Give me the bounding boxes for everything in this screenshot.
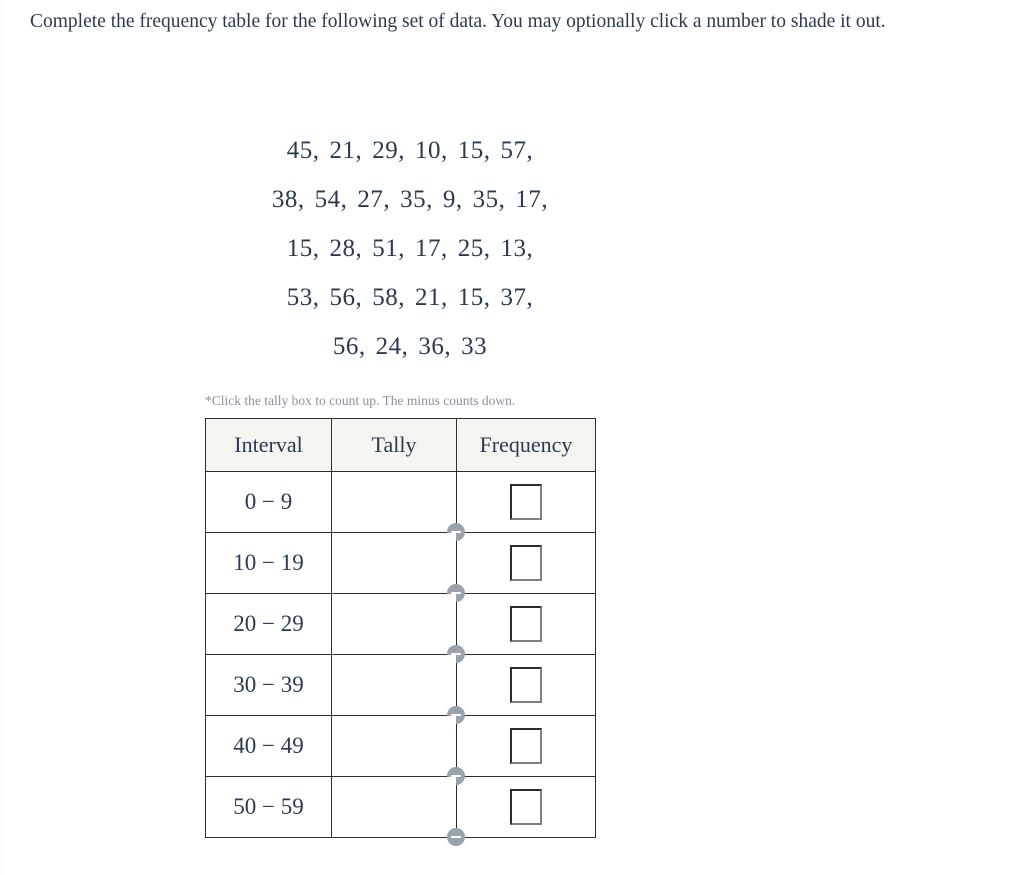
dataset-value[interactable]: 53, — [287, 284, 320, 311]
dataset-row: 53, 56, 58, 21, 15, 37, — [0, 273, 820, 322]
interval-cell: 40 − 49 — [205, 715, 332, 777]
dataset-value[interactable]: 51, — [372, 235, 405, 262]
dataset-value[interactable]: 36, — [418, 333, 451, 360]
interval-cell: 0 − 9 — [205, 471, 332, 533]
frequency-table: Interval Tally Frequency 0 − 9 10 − 19 20 … — [205, 418, 596, 846]
frequency-input[interactable] — [510, 606, 542, 642]
dataset-value[interactable]: 15, — [287, 235, 320, 262]
dataset-value[interactable]: 17, — [415, 235, 448, 262]
table-row: 50 − 59 — [205, 776, 596, 846]
dataset-value[interactable]: 27, — [357, 186, 390, 213]
column-header-interval: Interval — [205, 418, 332, 472]
frequency-input[interactable] — [510, 484, 542, 520]
minus-circle-icon[interactable] — [447, 828, 465, 846]
dataset-value[interactable]: 56, — [333, 333, 366, 360]
tally-cell[interactable] — [331, 471, 465, 541]
frequency-cell — [456, 471, 596, 533]
dataset-value[interactable]: 57, — [501, 137, 534, 164]
dataset-value[interactable]: 45, — [287, 137, 320, 164]
tally-instruction-note: *Click the tally box to count up. The mi… — [205, 393, 516, 408]
table-row: 30 − 39 — [205, 654, 596, 724]
dataset-row: 15, 28, 51, 17, 25, 13, — [0, 224, 820, 273]
dataset-row: 56, 24, 36, 33 — [0, 322, 820, 371]
table-row: 0 − 9 — [205, 471, 596, 541]
dataset-value[interactable]: 21, — [330, 137, 363, 164]
dataset-value[interactable]: 24, — [376, 333, 409, 360]
dataset-value[interactable]: 25, — [458, 235, 491, 262]
table-header-row: Interval Tally Frequency — [205, 418, 596, 472]
frequency-input[interactable] — [510, 728, 542, 764]
tally-cell[interactable] — [331, 654, 465, 724]
frequency-input[interactable] — [510, 789, 542, 825]
page-title: Complete the frequency table for the fol… — [30, 11, 886, 32]
frequency-cell — [456, 776, 596, 838]
dataset-value[interactable]: 35, — [400, 186, 433, 213]
interval-cell: 50 − 59 — [205, 776, 332, 838]
dataset-value[interactable]: 38, — [272, 186, 305, 213]
dataset-value[interactable]: 37, — [501, 284, 534, 311]
tally-marks[interactable] — [338, 594, 434, 654]
table-row: 10 − 19 — [205, 532, 596, 602]
interval-cell: 10 − 19 — [205, 532, 332, 594]
tally-marks[interactable] — [338, 777, 434, 837]
frequency-cell — [456, 593, 596, 655]
dataset-value[interactable]: 33 — [461, 333, 487, 360]
dataset-value[interactable]: 15, — [458, 137, 491, 164]
dataset-value[interactable]: 13, — [501, 235, 534, 262]
dataset-row: 38, 54, 27, 35, 9, 35, 17, — [0, 175, 820, 224]
tally-cell[interactable] — [331, 776, 465, 846]
table-row: 40 − 49 — [205, 715, 596, 785]
tally-marks[interactable] — [338, 533, 434, 593]
interval-cell: 20 − 29 — [205, 593, 332, 655]
frequency-input[interactable] — [510, 545, 542, 581]
frequency-cell — [456, 715, 596, 777]
column-header-frequency: Frequency — [456, 418, 596, 472]
interval-cell: 30 − 39 — [205, 654, 332, 716]
dataset-value[interactable]: 35, — [473, 186, 506, 213]
dataset-value[interactable]: 21, — [415, 284, 448, 311]
dataset-value[interactable]: 29, — [372, 137, 405, 164]
dataset-value[interactable]: 58, — [372, 284, 405, 311]
dataset-value[interactable]: 10, — [415, 137, 448, 164]
tally-cell[interactable] — [331, 532, 465, 602]
dataset-value[interactable]: 9, — [443, 186, 463, 213]
tally-marks[interactable] — [338, 716, 434, 776]
dataset-row: 45, 21, 29, 10, 15, 57, — [0, 126, 820, 175]
dataset-value[interactable]: 56, — [330, 284, 363, 311]
table-row: 20 − 29 — [205, 593, 596, 663]
dataset-value[interactable]: 28, — [330, 235, 363, 262]
dataset-value[interactable]: 15, — [458, 284, 491, 311]
tally-cell[interactable] — [331, 593, 465, 663]
dataset-value[interactable]: 17, — [515, 186, 548, 213]
dataset-value[interactable]: 54, — [315, 186, 348, 213]
tally-marks[interactable] — [338, 472, 434, 532]
dataset-display: 45, 21, 29, 10, 15, 57, 38, 54, 27, 35, 9, 35, 17, 15… — [0, 126, 820, 371]
tally-cell[interactable] — [331, 715, 465, 785]
frequency-input[interactable] — [510, 667, 542, 703]
frequency-cell — [456, 654, 596, 716]
frequency-cell — [456, 532, 596, 594]
column-header-tally: Tally — [331, 418, 457, 472]
tally-marks[interactable] — [338, 655, 434, 715]
